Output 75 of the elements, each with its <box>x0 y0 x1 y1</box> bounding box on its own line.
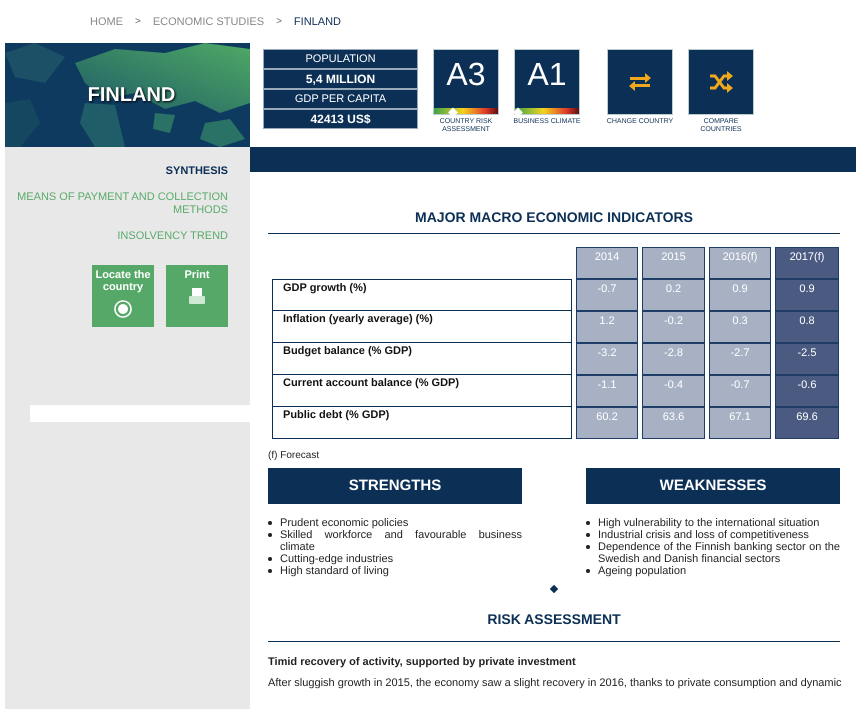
list-item: Skilled workforce and favourable business climate <box>280 529 522 553</box>
list-item: High standard of living <box>280 565 390 577</box>
change-button[interactable] <box>608 50 672 114</box>
subheading: Timid recovery of activity, supported by private investment <box>268 656 577 668</box>
bullet-icon <box>268 533 272 537</box>
bullet-icon <box>268 557 272 561</box>
row-label: Public debt (% GDP) <box>272 407 572 439</box>
column-header: 2014 <box>576 247 638 279</box>
stat-value: 42413 US$ <box>264 110 417 128</box>
section-title: RISK ASSESSMENT <box>268 592 840 642</box>
bullet-icon <box>586 545 590 549</box>
breadcrumb-separator: > <box>135 16 141 27</box>
list-item: Prudent economic policies <box>280 517 410 529</box>
sidebar-link[interactable]: MEANS OF PAYMENT AND COLLECTION METHODS <box>15 191 228 217</box>
breadcrumb-link[interactable]: FINLAND <box>294 16 341 28</box>
table-cell: -0.4 <box>642 375 705 407</box>
sidebar-link[interactable]: INSOLVENCY TREND <box>117 230 228 243</box>
printer-icon <box>188 287 206 305</box>
paragraph: After sluggish growth in 2015, the economy saw a slight recovery in 2016, thanks to private consumption and dynamic <box>268 677 840 689</box>
table-cell: -0.7 <box>709 375 771 407</box>
table-cell: -1.1 <box>576 375 638 407</box>
section-header: WEAKNESSES <box>586 468 840 504</box>
country-title: FINLAND <box>88 84 176 106</box>
table-cell: 0.8 <box>775 311 839 343</box>
rating-tile[interactable]: A1 <box>515 50 579 114</box>
locate-button[interactable]: Locate the country <box>92 265 154 327</box>
breadcrumb-link[interactable]: HOME <box>90 16 123 28</box>
table-cell: -0.7 <box>576 279 638 311</box>
row-label: Budget balance (% GDP) <box>272 343 572 375</box>
table-cell: 1.2 <box>576 311 638 343</box>
table-cell: 0.9 <box>775 279 839 311</box>
breadcrumb-link[interactable]: ECONOMIC STUDIES <box>152 16 264 28</box>
section-title: MAJOR MACRO ECONOMIC INDICATORS <box>268 172 840 234</box>
repeat-icon <box>627 71 653 93</box>
table-cell: 69.6 <box>775 407 839 439</box>
stat-label: POPULATION <box>264 50 417 68</box>
table-cell: -3.2 <box>576 343 638 375</box>
bullet-icon <box>586 569 590 573</box>
breadcrumb-separator: > <box>276 16 282 27</box>
list-item: High vulnerability to the international situation <box>598 517 820 529</box>
print-button[interactable]: Print <box>166 265 228 327</box>
row-label: GDP growth (%) <box>272 279 572 311</box>
table-cell: 0.3 <box>709 311 771 343</box>
bullet-icon <box>586 521 590 525</box>
row-label: Current account balance (% GDP) <box>272 375 572 407</box>
row-label: Inflation (yearly average) (%) <box>272 311 572 343</box>
list-item: Industrial crisis and loss of competitiveness <box>598 529 810 541</box>
section-header: STRENGTHS <box>268 468 522 504</box>
compare-button[interactable] <box>689 50 753 114</box>
stat-label: GDP PER CAPITA <box>264 90 417 108</box>
table-cell: -2.5 <box>775 343 839 375</box>
target-icon <box>113 299 133 319</box>
table-cell: -2.7 <box>709 343 771 375</box>
column-header: 2017(f) <box>775 247 839 279</box>
sidebar-link[interactable]: SYNTHESIS <box>166 165 228 178</box>
list-item: Cutting-edge industries <box>280 553 394 565</box>
table-cell: 0.9 <box>709 279 771 311</box>
table-cell: 0.2 <box>642 279 705 311</box>
bullet-icon <box>586 533 590 537</box>
rating-tile[interactable]: A3 <box>434 50 498 114</box>
stat-value: 5,4 MILLION <box>264 70 417 88</box>
bullet-icon <box>268 521 272 525</box>
shuffle-icon <box>708 71 734 93</box>
list-item: Ageing population <box>598 565 688 577</box>
column-header: 2015 <box>642 247 705 279</box>
table-cell: -0.6 <box>775 375 839 407</box>
table-cell: 63.6 <box>642 407 705 439</box>
list-item: Dependence of the Finnish banking sector on the Swedish and Danish financial sectors <box>598 541 840 565</box>
bullet-icon <box>268 569 272 573</box>
table-cell: 67.1 <box>709 407 771 439</box>
table-cell: -2.8 <box>642 343 705 375</box>
column-header: 2016(f) <box>709 247 771 279</box>
table-cell: 60.2 <box>576 407 638 439</box>
table-cell: -0.2 <box>642 311 705 343</box>
footnote: (f) Forecast <box>268 450 320 461</box>
